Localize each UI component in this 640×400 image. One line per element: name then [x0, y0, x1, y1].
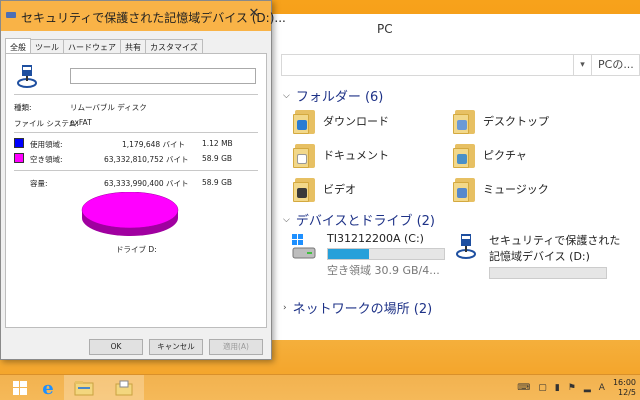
filesystem-value: exFAT: [70, 118, 92, 127]
flag-icon[interactable]: ⚑: [568, 383, 576, 393]
properties-taskbar-button[interactable]: [104, 375, 144, 400]
folder-videos[interactable]: ビデオ: [293, 176, 356, 202]
clock[interactable]: 16:00 12/5: [613, 378, 636, 398]
apply-button[interactable]: 適用(A): [209, 339, 263, 355]
hard-drive-icon: [292, 234, 316, 259]
divider: [14, 170, 258, 171]
disk-usage-pie: [81, 192, 179, 236]
free-space-swatch: [14, 153, 24, 163]
videos-folder-icon: [293, 176, 315, 202]
drive-d-name-line2: 記憶域デバイス (D:): [489, 250, 590, 263]
documents-folder-icon: [293, 142, 315, 168]
network-section-header[interactable]: › ネットワークの場所 (2): [283, 298, 432, 317]
folder-downloads[interactable]: ダウンロード: [293, 108, 389, 134]
pictures-folder-icon: [453, 142, 475, 168]
drive-d-name-line1: セキュリティで保護された: [489, 234, 621, 247]
used-space-label: 使用領域:: [30, 140, 63, 149]
file-explorer-icon: [74, 381, 94, 396]
drive-properties-dialog: セキュリティで保護された記憶域デバイス (D:)... ✕ 全般 ツール ハード…: [0, 0, 286, 360]
drive-c-free-space: 空き領域 30.9 GB/4...: [327, 264, 440, 277]
clock-date: 12/5: [618, 388, 636, 397]
secure-storage-device-icon: [456, 234, 476, 259]
drive-letter-label: ドライブ D:: [116, 245, 157, 254]
folder-desktop[interactable]: デスクトップ: [453, 108, 549, 134]
ime-indicator[interactable]: A: [599, 383, 605, 393]
close-button[interactable]: ✕: [241, 3, 267, 25]
network-icon[interactable]: ▂: [584, 383, 591, 393]
explorer-content: ⌵ フォルダー (6) ダウンロード デスクトップ ドキュメント ピクチャ ビデ…: [269, 82, 640, 340]
free-space-bytes: 63,332,810,752 バイト: [104, 155, 189, 164]
folders-section-header[interactable]: ⌵ フォルダー (6): [283, 86, 383, 105]
divider: [14, 94, 258, 95]
drive-d-usage-bar: [489, 267, 607, 279]
clock-time: 16:00: [612, 378, 636, 387]
drive-c[interactable]: TI31212200A (C:) 空き領域 30.9 GB/4...: [291, 232, 445, 278]
divider: [14, 132, 258, 133]
downloads-folder-icon: [293, 108, 315, 134]
explorer-window: PC ▾ PCの... ⌵ フォルダー (6) ダウンロード デスクトップ ドキ…: [268, 14, 640, 340]
drive-c-usage-bar: [327, 248, 445, 260]
collapse-chevron-icon: ⌵: [283, 214, 290, 225]
music-folder-icon: [453, 176, 475, 202]
desktop-folder-icon: [453, 108, 475, 134]
volume-name-input[interactable]: [70, 68, 256, 84]
used-space-swatch: [14, 138, 24, 148]
capacity-label: 容量:: [30, 179, 48, 188]
free-space-size: 58.9 GB: [202, 154, 233, 163]
internet-explorer-icon: e: [42, 377, 54, 399]
address-dropdown-chevron-icon[interactable]: ▾: [574, 54, 592, 76]
taskbar: e ⌨ ▢ ▮ ⚑ ▂ A 16:00 12/5: [0, 374, 640, 400]
dialog-title-bar[interactable]: セキュリティで保護された記憶域デバイス (D:)... ✕: [1, 1, 286, 31]
touch-keyboard-icon[interactable]: ⌨: [517, 383, 530, 393]
expand-chevron-icon: ›: [283, 302, 287, 313]
cancel-button[interactable]: キャンセル: [149, 339, 203, 355]
drive-icon: [6, 12, 16, 18]
type-value: リムーバブル ディスク: [70, 103, 147, 112]
file-explorer-taskbar-button[interactable]: [64, 375, 104, 400]
free-space-label: 空き領域:: [30, 155, 63, 164]
type-label: 種類:: [14, 103, 32, 112]
capacity-size: 58.9 GB: [202, 178, 233, 187]
folder-window-icon: [115, 380, 133, 396]
used-space-size: 1.12 MB: [202, 139, 233, 148]
folder-documents[interactable]: ドキュメント: [293, 142, 389, 168]
filesystem-label: ファイル システム:: [14, 119, 79, 128]
used-space-bytes: 1,179,648 バイト: [122, 140, 186, 149]
folder-music[interactable]: ミュージック: [453, 176, 549, 202]
mouse-icon[interactable]: ▢: [538, 383, 547, 393]
devices-section-header[interactable]: ⌵ デバイスとドライブ (2): [283, 210, 435, 229]
folder-pictures[interactable]: ピクチャ: [453, 142, 527, 168]
explorer-title: PC: [377, 22, 393, 36]
address-bar: ▾ PCの...: [281, 54, 640, 76]
ok-button[interactable]: OK: [89, 339, 143, 355]
windows-logo-icon: [13, 381, 27, 395]
battery-icon[interactable]: ▮: [555, 383, 560, 393]
address-input[interactable]: [281, 54, 574, 76]
drive-c-name: TI31212200A (C:): [327, 232, 424, 245]
search-input[interactable]: PCの...: [592, 54, 640, 76]
drive-d[interactable]: セキュリティで保護された 記憶域デバイス (D:): [455, 232, 620, 279]
capacity-bytes: 63,333,990,400 バイト: [104, 179, 189, 188]
internet-explorer-taskbar-button[interactable]: e: [28, 375, 68, 400]
system-tray: ⌨ ▢ ▮ ⚑ ▂ A 16:00 12/5: [517, 375, 640, 400]
collapse-chevron-icon: ⌵: [283, 90, 290, 101]
explorer-title-bar: PC: [269, 14, 640, 44]
secure-storage-device-icon: [17, 65, 37, 88]
general-tab-panel: 種類: リムーバブル ディスク ファイル システム: exFAT 使用領域: 1…: [5, 53, 267, 328]
